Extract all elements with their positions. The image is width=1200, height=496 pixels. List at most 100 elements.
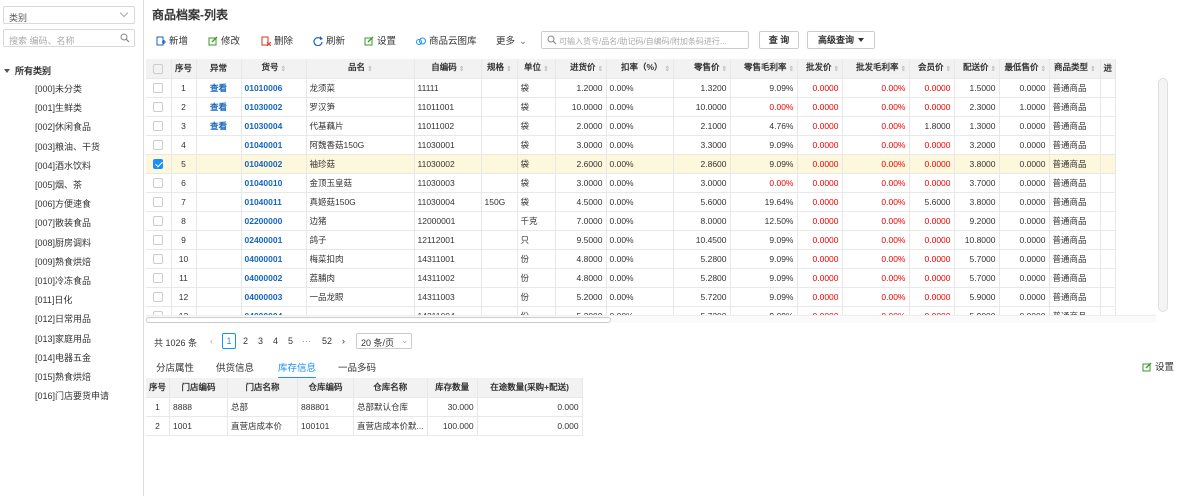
sort-icon[interactable]: ⇕ bbox=[506, 66, 512, 75]
view-link[interactable]: 查看 bbox=[196, 97, 242, 117]
row-checkbox[interactable] bbox=[153, 291, 164, 302]
row-checkbox[interactable] bbox=[153, 234, 164, 245]
column-header[interactable]: 序号 bbox=[171, 59, 197, 79]
view-link[interactable] bbox=[196, 249, 242, 269]
column-header[interactable]: 批发价 ⇕ bbox=[797, 59, 843, 79]
sort-icon[interactable]: ⇕ bbox=[367, 66, 373, 75]
page-2[interactable]: 2 bbox=[243, 336, 248, 346]
product-code-link[interactable]: 04000002 bbox=[241, 268, 307, 288]
sort-icon[interactable]: ⇕ bbox=[543, 66, 549, 75]
query-button[interactable]: 查 询 bbox=[759, 31, 799, 49]
tab-stock-info[interactable]: 库存信息 bbox=[278, 360, 317, 379]
tree-item[interactable]: [010]冷冻食品 bbox=[35, 274, 91, 287]
pager-ellipsis[interactable]: ··· bbox=[302, 336, 311, 346]
tree-item[interactable]: [006]方便速食 bbox=[35, 197, 91, 210]
more-button[interactable]: 更多 ⌄ bbox=[496, 33, 527, 49]
tree-item[interactable]: [011]日化 bbox=[35, 293, 72, 306]
product-code-link[interactable]: 01030004 bbox=[241, 116, 307, 136]
sort-icon[interactable]: ⇕ bbox=[1041, 66, 1047, 75]
product-code-link[interactable]: 01040010 bbox=[241, 173, 307, 193]
column-header[interactable]: 货号 ⇕ bbox=[241, 59, 307, 79]
grid-vertical-scrollbar[interactable] bbox=[1158, 78, 1168, 312]
view-link[interactable] bbox=[196, 192, 242, 212]
category-search-input[interactable]: 搜索 编码、名称 bbox=[3, 29, 135, 47]
view-link[interactable] bbox=[196, 154, 242, 174]
table-row[interactable]: 3 查看 01030004 代基藕片 11011002 袋 2.0000 0.00% 2.100… bbox=[146, 116, 1117, 136]
column-header[interactable]: 扣率（%） ⇕ bbox=[606, 59, 674, 79]
product-code-link[interactable]: 02400001 bbox=[241, 230, 307, 250]
view-link[interactable] bbox=[196, 230, 242, 250]
view-link[interactable] bbox=[196, 268, 242, 288]
row-checkbox[interactable] bbox=[153, 253, 164, 264]
sort-icon[interactable]: ⇕ bbox=[665, 66, 671, 75]
tree-item[interactable]: [000]未分类 bbox=[35, 82, 82, 95]
tree-root[interactable]: 所有类别 bbox=[4, 64, 51, 77]
column-header[interactable] bbox=[146, 59, 172, 79]
page-3[interactable]: 3 bbox=[258, 336, 263, 346]
sort-icon[interactable]: ⇕ bbox=[722, 66, 728, 75]
view-link[interactable]: 查看 bbox=[196, 78, 242, 98]
tree-item[interactable]: [004]酒水饮料 bbox=[35, 159, 91, 172]
grid-horizontal-scrollbar[interactable] bbox=[146, 315, 1156, 323]
sort-icon[interactable]: ⇕ bbox=[789, 66, 795, 75]
page-5[interactable]: 5 bbox=[288, 336, 293, 346]
column-header[interactable]: 批发毛利率 ⇕ bbox=[842, 59, 910, 79]
column-header[interactable]: 异常 bbox=[196, 59, 242, 79]
tree-item[interactable]: [014]电器五金 bbox=[35, 351, 91, 364]
table-row[interactable]: 1 查看 01010006 龙须菜 11111 袋 1.2000 0.00% 1.3200 9.0… bbox=[146, 78, 1117, 98]
row-checkbox[interactable] bbox=[153, 196, 164, 207]
tree-item[interactable]: [008]厨房调料 bbox=[35, 236, 91, 249]
advanced-query-button[interactable]: 高级查询 bbox=[807, 31, 875, 49]
select-all-checkbox[interactable] bbox=[153, 63, 164, 74]
page-4[interactable]: 4 bbox=[273, 336, 278, 346]
delete-button[interactable]: 删除 bbox=[261, 33, 293, 49]
table-row[interactable]: 5 01040002 袖珍菇 11030002 袋 2.6000 0.00% 2.8600 9.… bbox=[146, 154, 1117, 174]
sort-icon[interactable]: ⇕ bbox=[991, 66, 997, 75]
product-search-input[interactable]: 可输入货号/品名/助记码/自编码/附加条码进行... bbox=[541, 31, 749, 49]
product-code-link[interactable]: 02200000 bbox=[241, 211, 307, 231]
sort-icon[interactable]: ⇕ bbox=[598, 66, 604, 75]
row-checkbox[interactable] bbox=[153, 82, 164, 93]
product-code-link[interactable]: 01010006 bbox=[241, 78, 307, 98]
tree-item[interactable]: [009]熟食烘焙 bbox=[35, 255, 91, 268]
tree-item[interactable]: [002]休闲食品 bbox=[35, 120, 91, 133]
tree-item[interactable]: [015]熟食烘焙 bbox=[35, 370, 91, 383]
tree-item[interactable]: [005]烟、茶 bbox=[35, 178, 82, 191]
column-header[interactable]: 进货价 ⇕ bbox=[555, 59, 607, 79]
column-header[interactable]: 规格 ⇕ bbox=[481, 59, 518, 79]
cloud-gallery-button[interactable]: 商品云图库 bbox=[416, 33, 477, 49]
page-1[interactable]: 1 bbox=[222, 333, 236, 349]
sort-icon[interactable]: ⇕ bbox=[834, 66, 840, 75]
table-row[interactable]: 8 02200000 边猪 12000001 千克 7.0000 0.00% 8.0000 12… bbox=[146, 211, 1117, 231]
column-header[interactable]: 零售毛利率 ⇕ bbox=[730, 59, 798, 79]
product-code-link[interactable]: 04000001 bbox=[241, 249, 307, 269]
sort-icon[interactable]: ⇕ bbox=[281, 66, 287, 75]
column-header[interactable]: 最低售价 ⇕ bbox=[999, 59, 1050, 79]
sort-icon[interactable]: ⇕ bbox=[1090, 66, 1096, 75]
category-select[interactable]: 类别 bbox=[3, 6, 135, 24]
page-size-select[interactable]: 20 条/页 ⌄ bbox=[356, 333, 412, 349]
row-checkbox[interactable] bbox=[153, 101, 164, 112]
row-checkbox[interactable] bbox=[153, 139, 164, 150]
product-code-link[interactable]: 04000004 bbox=[241, 306, 307, 315]
view-link[interactable] bbox=[196, 211, 242, 231]
column-header[interactable]: 单位 ⇕ bbox=[517, 59, 556, 79]
product-code-link[interactable]: 01040002 bbox=[241, 154, 307, 174]
sort-icon[interactable]: ⇕ bbox=[946, 66, 952, 75]
add-button[interactable]: 新增 bbox=[156, 33, 188, 49]
view-link[interactable]: 查看 bbox=[196, 116, 242, 136]
tab-supply-info[interactable]: 供货信息 bbox=[216, 360, 254, 374]
view-link[interactable] bbox=[196, 306, 242, 315]
product-code-link[interactable]: 01030002 bbox=[241, 97, 307, 117]
page-last[interactable]: 52 bbox=[322, 336, 332, 346]
tree-item[interactable]: [013]家庭用品 bbox=[35, 332, 91, 345]
table-row[interactable]: 12 04000003 一品龙眼 14311003 份 5.2000 0.00% 5.7200… bbox=[146, 287, 1117, 307]
table-row[interactable]: 9 02400001 鸽子 12112001 只 9.5000 0.00% 10.4500 9.… bbox=[146, 230, 1117, 250]
stock-row[interactable]: 2 1001 直营店成本价 100101 直营店成本价默... 100.000 0.000 bbox=[146, 416, 583, 436]
stock-row[interactable]: 1 8888 总部 888801 总部默认仓库 30.000 0.000 bbox=[146, 397, 583, 417]
sort-icon[interactable]: ⇕ bbox=[459, 66, 465, 75]
row-checkbox[interactable] bbox=[153, 120, 164, 131]
tree-item[interactable]: [001]生鲜类 bbox=[35, 101, 82, 114]
next-page-icon[interactable]: › bbox=[342, 336, 345, 346]
tab-branch-attributes[interactable]: 分店属性 bbox=[156, 360, 194, 374]
